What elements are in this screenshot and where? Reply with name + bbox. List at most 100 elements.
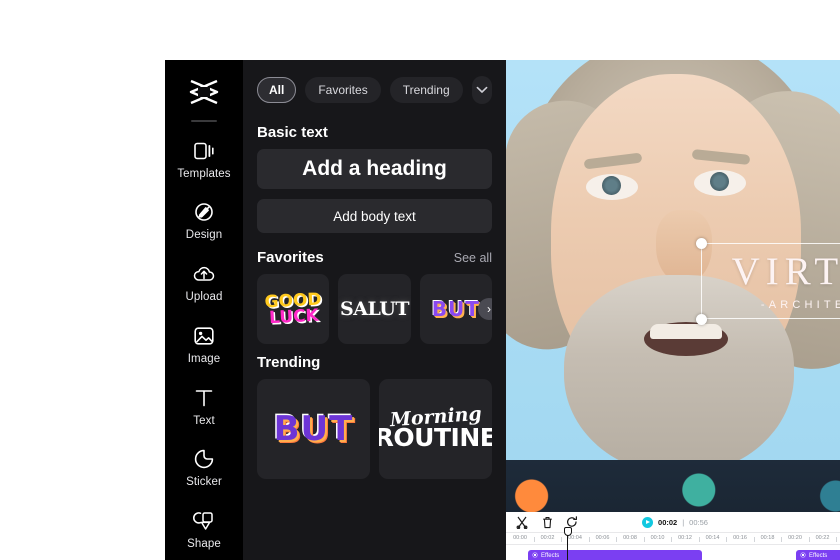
ruler-minor-tick — [726, 537, 728, 542]
shape-icon — [191, 508, 217, 534]
ruler-tick: 00:16 — [733, 535, 747, 541]
thumbnail-line-1: BUT — [273, 409, 354, 449]
ruler-tick: 00:10 — [650, 535, 665, 541]
favorites-see-all-link[interactable]: See all — [454, 251, 492, 265]
tab-favorites[interactable]: Favorites — [305, 77, 381, 103]
tab-trending[interactable]: Trending — [389, 77, 463, 103]
thumbnail-line-2: LUCK — [268, 305, 319, 329]
favorite-card-good-luck[interactable]: GOOD LUCK — [257, 274, 330, 344]
play-icon[interactable] — [642, 516, 654, 528]
section-title: Basic text — [257, 124, 328, 141]
sidebar-item-design[interactable]: Design — [165, 190, 243, 252]
capcut-logo-icon[interactable] — [182, 72, 226, 112]
ruler-tick: 00:02 — [540, 535, 555, 541]
ruler-tick: 00:18 — [760, 535, 775, 541]
timeline-panel: 00:02 | 00:56 00:00 00:02 00:04 00:06 00:08 0… — [506, 512, 840, 560]
panel-tabs: All Favorites Trending — [243, 60, 506, 114]
selection-handle-bottom-left[interactable] — [696, 314, 707, 325]
effects-icon — [532, 552, 538, 560]
sidebar-divider — [191, 119, 217, 122]
video-canvas[interactable]: VIRTUAL -ARCHITECTURE- — [506, 60, 840, 560]
capcut-app-window: Templates Design Upload Image Text Stick… — [165, 60, 840, 560]
sidebar-item-image[interactable]: Image — [165, 313, 243, 375]
chevron-down-icon — [476, 83, 488, 97]
left-sidebar: Templates Design Upload Image Text Stick… — [165, 60, 243, 560]
screenshot-stage: Templates Design Upload Image Text Stick… — [0, 0, 840, 560]
ruler-tick: 00:08 — [623, 535, 637, 541]
trending-card-row: BUT Morning ROUTINE — [243, 379, 506, 479]
playhead[interactable] — [563, 527, 572, 560]
teeth-shape — [650, 324, 722, 339]
ruler-tick: 00:04 — [568, 535, 582, 541]
ruler-tick: 00:14 — [705, 535, 720, 541]
clip-effects-2[interactable]: Effects — [796, 550, 840, 560]
total-time: 00:56 — [689, 517, 708, 527]
timeline-ruler[interactable]: 00:00 00:02 00:04 00:06 00:08 00:10 00:12 00:14… — [506, 532, 840, 545]
ruler-tick: 00:20 — [788, 535, 802, 541]
clip-effects-1[interactable]: Effects — [528, 550, 702, 560]
sidebar-item-text[interactable]: Text — [165, 375, 243, 437]
split-icon[interactable] — [514, 514, 530, 530]
ruler-minor-tick — [671, 537, 673, 542]
sidebar-item-label: Shape — [187, 538, 221, 551]
chevron-right-icon[interactable]: › — [477, 298, 492, 320]
thumbnail-line-1: SALUT — [339, 298, 410, 320]
thumbnail-line-1: BUT — [431, 297, 480, 321]
selection-handle-top-left[interactable] — [696, 238, 707, 249]
templates-icon — [191, 138, 217, 164]
ruler-tick: 00:00 — [513, 535, 527, 541]
image-icon — [191, 323, 217, 349]
ruler-minor-tick — [588, 537, 590, 542]
delete-trash-icon[interactable] — [539, 514, 555, 530]
effects-icon — [800, 552, 806, 560]
favorites-card-row: GOOD LUCK SALUT BUT › — [243, 274, 506, 344]
time-separator: | — [682, 517, 685, 527]
ruler-minor-tick — [781, 537, 783, 542]
playhead-knob[interactable] — [563, 527, 572, 536]
sidebar-item-sticker[interactable]: Sticker — [165, 436, 243, 498]
ruler-minor-tick — [616, 537, 618, 542]
iris-right — [710, 172, 729, 191]
trending-header: Trending — [243, 344, 506, 379]
expand-tabs-button[interactable] — [471, 76, 492, 104]
clip-label: Effects — [541, 553, 560, 559]
sidebar-item-label: Templates — [177, 167, 231, 180]
thumbnail-art: GOOD LUCK — [264, 290, 323, 329]
ruler-minor-tick — [643, 537, 645, 542]
playback-status: 00:02 | 00:56 — [642, 516, 708, 528]
add-heading-button[interactable]: Add a heading — [257, 149, 492, 189]
sidebar-item-label: Text — [193, 414, 215, 427]
favorite-card-but[interactable]: BUT › — [419, 274, 492, 344]
text-panel: All Favorites Trending Basic text Add a … — [243, 60, 506, 560]
tab-all[interactable]: All — [257, 77, 297, 103]
ruler-tick: 00:06 — [595, 535, 610, 541]
section-title: Favorites — [257, 249, 324, 266]
basic-text-header: Basic text — [243, 114, 506, 149]
sidebar-item-shape[interactable]: Shape — [165, 498, 243, 560]
ruler-minor-tick — [836, 537, 838, 542]
add-body-text-button[interactable]: Add body text — [257, 199, 492, 233]
ruler-minor-tick — [753, 537, 755, 542]
sidebar-item-label: Image — [187, 352, 221, 365]
design-brush-icon — [191, 199, 217, 225]
upload-cloud-icon — [191, 261, 217, 287]
sidebar-item-label: Sticker — [186, 476, 222, 489]
section-title: Trending — [257, 354, 321, 371]
sidebar-item-upload[interactable]: Upload — [165, 251, 243, 313]
ruler-minor-tick — [698, 537, 700, 542]
current-time: 00:02 — [658, 517, 678, 527]
text-selection-box[interactable] — [701, 243, 840, 319]
ruler-minor-tick — [561, 537, 563, 542]
ruler-tick: 00:22 — [815, 535, 830, 541]
text-t-icon — [191, 385, 217, 411]
timeline-toolbar: 00:02 | 00:56 — [506, 512, 840, 532]
favorites-header: Favorites See all — [243, 239, 506, 274]
clip-label: Effects — [809, 553, 828, 559]
favorite-card-salut[interactable]: SALUT — [338, 274, 411, 344]
trending-card-morning-routine[interactable]: Morning ROUTINE — [379, 379, 492, 479]
sidebar-item-templates[interactable]: Templates — [165, 128, 243, 190]
trending-card-but[interactable]: BUT — [257, 379, 370, 479]
ruler-minor-tick — [533, 537, 535, 542]
ruler-minor-tick — [808, 537, 810, 542]
ruler-tick: 00:12 — [678, 535, 692, 541]
